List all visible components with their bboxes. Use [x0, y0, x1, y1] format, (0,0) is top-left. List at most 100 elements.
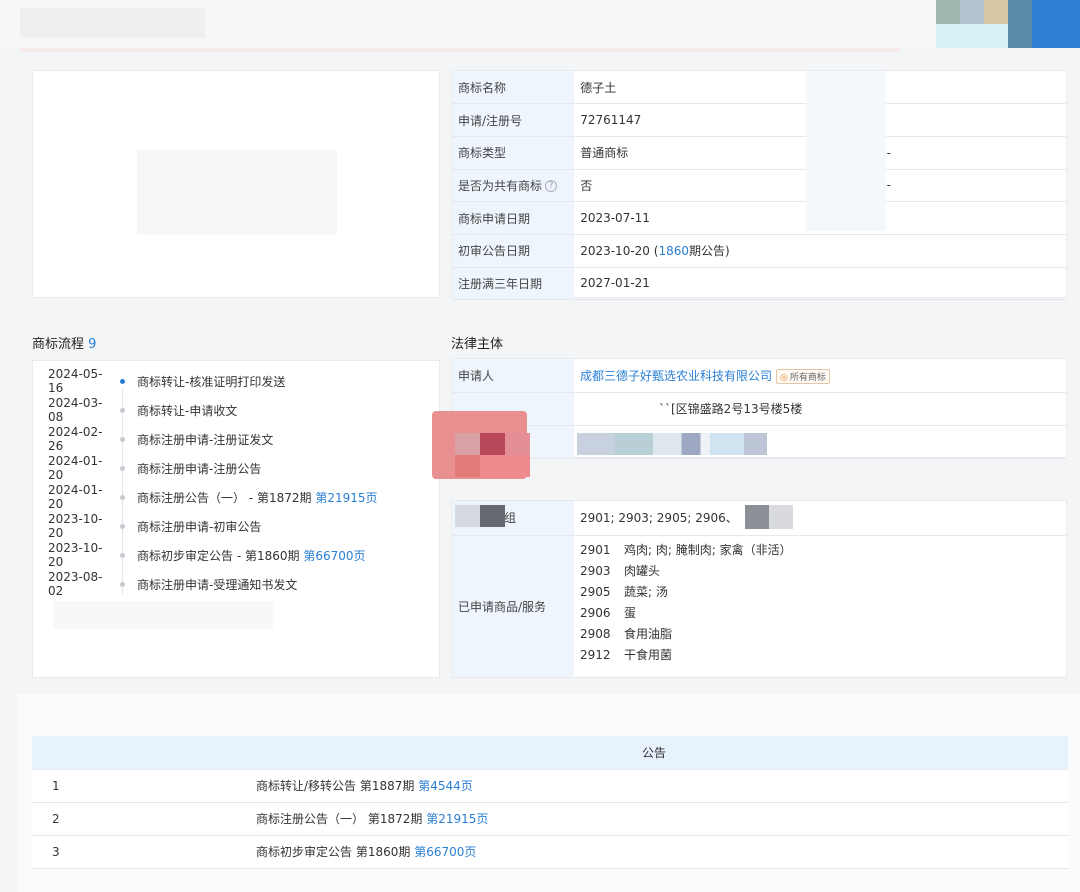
goods-item: 2905 蔬菜; 汤: [580, 582, 1060, 603]
goods-code: 2912: [580, 647, 611, 662]
goods-row: 已申请商品/服务 2901 鸡肉; 肉; 腌制肉; 家禽（非活） 2903 肉罐头 …: [452, 535, 1066, 678]
flow-date: 2024-01-20: [48, 483, 103, 511]
goods-name: 蔬菜; 汤: [624, 584, 668, 599]
info-row-number: 申请/注册号 72761147: [452, 103, 1066, 137]
info-label-text: 是否为共有商标: [458, 178, 543, 193]
all-trademarks-tag[interactable]: 所有商标: [776, 368, 830, 384]
announcement-row: 1 商标转让/移转公告 第1887期 第4544页: [32, 769, 1068, 803]
info-label: 初审公告日期: [452, 234, 575, 268]
flow-title: 商标流程 9: [32, 333, 96, 352]
group-value: 2901; 2903; 2905; 2906、: [574, 501, 1066, 536]
info-row-three-year: 注册满三年日期 2027-01-21: [452, 267, 1066, 301]
page-link[interactable]: 第66700页: [414, 845, 476, 859]
flow-item: 2023-10-20 商标注册申请-初审公告: [48, 512, 261, 540]
prelim-date: 2023-10-20: [580, 244, 650, 259]
flow-item: 2024-01-20 商标注册公告（一） - 第1872期 第21915页: [48, 483, 378, 511]
flow-item: 2023-10-20 商标初步审定公告 - 第1860期 第66700页: [48, 541, 366, 569]
info-label: 申请/注册号: [452, 103, 575, 137]
goods-code: 2905: [580, 584, 611, 599]
info-extra: -: [880, 169, 1066, 203]
flow-text: 商标注册申请-受理通知书发文: [137, 577, 298, 592]
applicant-link[interactable]: 成都三德子好甄选农业科技有限公司: [580, 369, 772, 383]
info-row-type: 商标类型 普通商标 -: [452, 136, 1066, 170]
flow-text: 商标注册申请-注册证发文: [137, 432, 274, 447]
issue-link[interactable]: 1860: [658, 244, 689, 258]
mosaic-block: [455, 505, 480, 527]
info-row-prelim-date: 初审公告日期 2023-10-20 (1860期公告): [452, 234, 1066, 268]
page-link[interactable]: 第21915页: [426, 812, 488, 826]
announcement-text: 商标初步审定公告 第1860期: [256, 845, 411, 859]
goods-name: 干食用菌: [624, 647, 673, 662]
top-bar: [0, 0, 1080, 52]
mosaic-block: [745, 505, 769, 529]
announcements-header-row: 公告: [32, 736, 1068, 770]
info-label: 商标类型: [452, 136, 575, 170]
mosaic-block: [1032, 0, 1080, 48]
issue-suffix: 期公告): [689, 244, 730, 259]
info-extra: [880, 201, 1066, 235]
row-number: 2: [32, 802, 252, 836]
flow-date: 2023-08-02: [48, 570, 103, 598]
flow-item: 2023-08-02 商标注册申请-受理通知书发文: [48, 570, 298, 598]
row-number: 3: [32, 835, 252, 869]
flow-count: 9: [88, 337, 97, 352]
header-divider: [20, 48, 900, 52]
mosaic-block: [505, 433, 530, 455]
info-extra: [880, 267, 1066, 301]
blurred-region: [806, 71, 886, 231]
mosaic-block: [769, 505, 793, 529]
info-row-apply-date: 商标申请日期 2023-07-11: [452, 201, 1066, 235]
timeline-dot: [120, 407, 125, 413]
goods-name: 鸡肉; 肉; 腌制肉; 家禽（非活）: [624, 542, 792, 557]
flow-date: 2024-01-20: [48, 454, 103, 482]
flow-text: 商标转让-核准证明打印发送: [137, 374, 286, 389]
page-link[interactable]: 第4544页: [418, 779, 473, 793]
flow-text: 商标注册公告（一） - 第1872期: [137, 490, 312, 505]
timeline-dot: [120, 581, 125, 587]
timeline-dot: [120, 378, 125, 384]
announcements-table: 公告 1 商标转让/移转公告 第1887期 第4544页 2 商标注册公告（一）…: [32, 736, 1068, 869]
flow-list: 2024-05-16 商标转让-核准证明打印发送 2024-03-08 商标转让-申…: [32, 360, 440, 678]
blurred-region: [53, 601, 273, 629]
timeline-dot: [120, 436, 125, 442]
goods-code: 2903: [580, 563, 611, 578]
info-row-shared: 是否为共有商标? 否 -: [452, 169, 1066, 203]
flow-item: 2024-01-20 商标注册申请-注册公告: [48, 454, 261, 482]
timeline-dot: [120, 552, 125, 558]
info-value: 2023-10-20 (1860期公告): [574, 234, 881, 268]
flow-item: 2024-03-08 商标转让-申请收文: [48, 396, 237, 424]
info-label: 注册满三年日期: [452, 267, 575, 301]
trademark-image: [137, 150, 337, 235]
mosaic-block: [455, 433, 480, 455]
info-label: 商标申请日期: [452, 201, 575, 235]
page-link[interactable]: 第21915页: [315, 489, 377, 506]
goods-item: 2912 干食用菌: [580, 645, 1060, 666]
goods-item: 2903 肉罐头: [580, 561, 1060, 582]
flow-item: 2024-02-26 商标注册申请-注册证发文: [48, 425, 274, 453]
info-label: 商标名称: [452, 71, 575, 105]
flow-date: 2024-03-08: [48, 396, 103, 424]
mosaic-block: [480, 505, 505, 527]
flow-date: 2024-05-16: [48, 367, 103, 395]
goods-name: 肉罐头: [624, 563, 661, 578]
flow-date: 2023-10-20: [48, 512, 103, 540]
row-number: 1: [32, 769, 252, 803]
announcements-header: 公告: [252, 736, 1068, 770]
goods-item: 2908 食用油脂: [580, 624, 1060, 645]
applicant-value: 成都三德子好甄选农业科技有限公司所有商标: [574, 359, 1066, 393]
info-row-name: 商标名称 德子土: [452, 71, 1066, 105]
goods-code: 2901: [580, 542, 611, 557]
page-link[interactable]: 第66700页: [303, 547, 365, 564]
announcement-cell: 商标初步审定公告 第1860期 第66700页: [252, 835, 1068, 869]
mosaic-block: [1008, 0, 1032, 48]
help-icon[interactable]: ?: [545, 180, 558, 193]
info-extra: [880, 103, 1066, 137]
header-cell: [32, 736, 252, 770]
goods-item: 2901 鸡肉; 肉; 腌制肉; 家禽（非活）: [580, 540, 1060, 561]
goods-name: 食用油脂: [624, 626, 673, 641]
mosaic-block: [480, 433, 505, 455]
goods-label: 已申请商品/服务: [452, 535, 574, 678]
mosaic-block: [480, 455, 530, 477]
timeline-dot: [120, 465, 125, 471]
info-extra: [880, 234, 1066, 268]
